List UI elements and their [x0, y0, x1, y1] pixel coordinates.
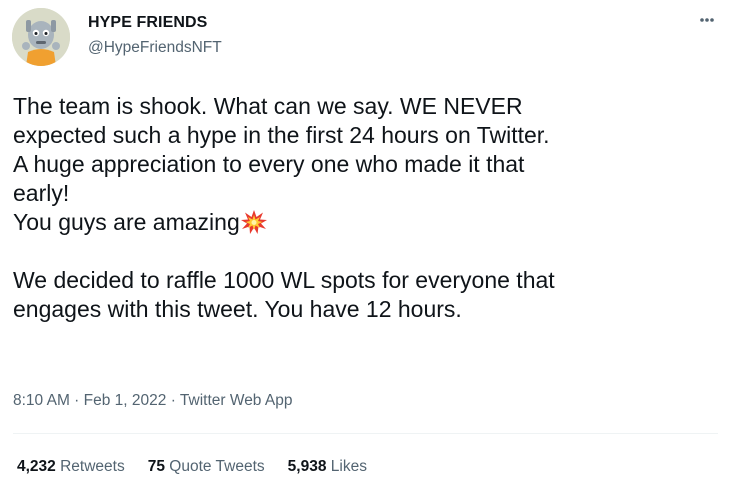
- divider: [13, 433, 718, 434]
- likes-count: 5,938: [287, 458, 327, 475]
- avatar[interactable]: [12, 8, 70, 66]
- meta-separator: ·: [166, 392, 180, 409]
- likes-stat[interactable]: 5,938 Likes: [288, 458, 367, 476]
- collision-emoji-icon: [240, 209, 268, 235]
- meta-separator: ·: [69, 392, 84, 409]
- retweets-stat[interactable]: 4,232 Retweets: [17, 458, 125, 476]
- tweet-text: The team is shook. What can we say. WE N…: [13, 92, 718, 324]
- tweet: HYPE FRIENDS @HypeFriendsNFT The team is…: [0, 0, 731, 494]
- tweet-paragraph-2: We decided to raffle 1000 WL spots for e…: [13, 267, 555, 322]
- tweet-meta: 8:10 AM · Feb 1, 2022 · Twitter Web App: [13, 392, 292, 410]
- more-dots-icon: [700, 18, 714, 22]
- quote-tweets-count: 75: [147, 458, 165, 475]
- tweet-stats: 4,232 Retweets 75 Quote Tweets 5,938 Lik…: [17, 458, 390, 476]
- tweet-time-link[interactable]: 8:10 AM: [13, 392, 70, 409]
- quote-tweets-label: Quote Tweets: [169, 458, 265, 475]
- tweet-source-link[interactable]: Twitter Web App: [180, 392, 293, 409]
- nft-character-avatar-icon: [12, 8, 70, 66]
- user-handle[interactable]: @HypeFriendsNFT: [88, 39, 222, 57]
- more-options-button[interactable]: [693, 8, 721, 32]
- retweets-count: 4,232: [17, 458, 56, 475]
- tweet-date-link[interactable]: Feb 1, 2022: [84, 392, 167, 409]
- tweet-paragraph-1: The team is shook. What can we say. WE N…: [13, 93, 550, 235]
- quote-tweets-stat[interactable]: 75 Quote Tweets: [148, 458, 265, 476]
- display-name[interactable]: HYPE FRIENDS: [88, 14, 207, 32]
- retweets-label: Retweets: [60, 458, 125, 475]
- likes-label: Likes: [330, 458, 367, 475]
